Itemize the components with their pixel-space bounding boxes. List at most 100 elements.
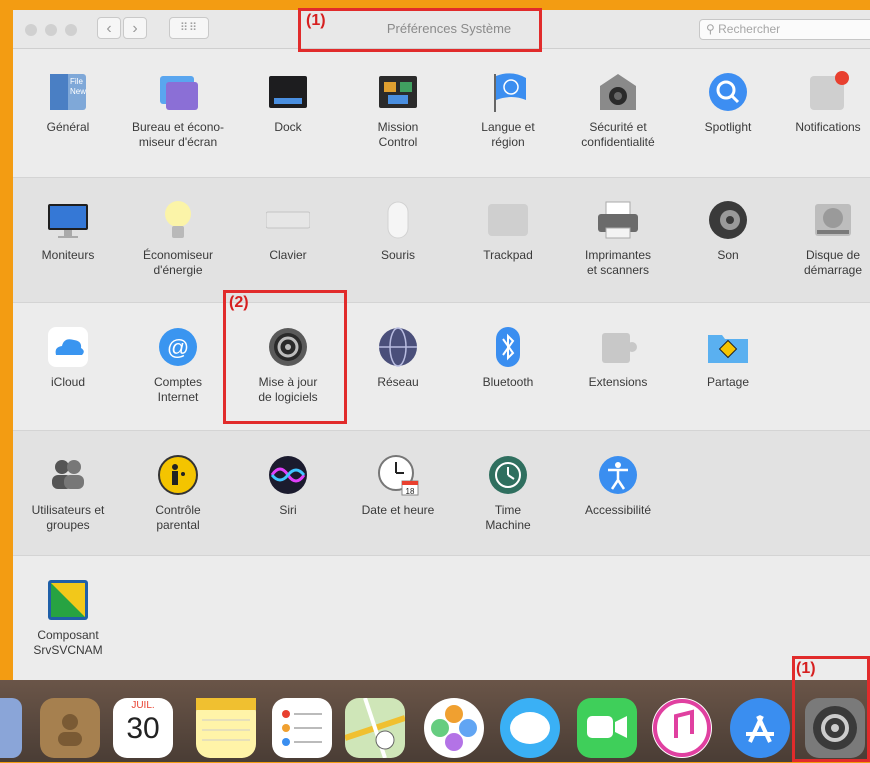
- pref-label: Mission Control: [377, 120, 419, 149]
- dock-item-partial[interactable]: [0, 698, 22, 758]
- pref-general[interactable]: File New Général: [13, 70, 123, 135]
- pref-label: Utilisateurs et groupes: [31, 503, 105, 532]
- pref-label: Souris: [380, 248, 415, 262]
- mission-control-icon: [376, 70, 420, 114]
- zoom-window-button[interactable]: [65, 24, 77, 36]
- pref-security[interactable]: Sécurité et confidentialité: [563, 70, 673, 150]
- pref-users[interactable]: Utilisateurs et groupes: [13, 453, 123, 533]
- dock-app-store[interactable]: [730, 698, 790, 758]
- pref-label: Time Machine: [485, 503, 531, 532]
- at-icon: @: [156, 325, 200, 369]
- extensions-icon: [596, 325, 640, 369]
- bluetooth-icon: [486, 325, 530, 369]
- pref-label: iCloud: [50, 375, 86, 389]
- dock-notes[interactable]: [196, 698, 256, 758]
- pref-icloud[interactable]: iCloud: [13, 325, 123, 390]
- pref-label: Réseau: [377, 375, 419, 389]
- composant-icon: [46, 578, 90, 622]
- dock-contacts[interactable]: [40, 698, 100, 758]
- pref-label: Trackpad: [483, 248, 533, 262]
- pref-language[interactable]: Langue et région: [453, 70, 563, 150]
- forward-button[interactable]: ›: [123, 17, 147, 39]
- dock-itunes[interactable]: [652, 698, 712, 758]
- pref-printers[interactable]: Imprimantes et scanners: [563, 198, 673, 278]
- pref-network[interactable]: Réseau: [343, 325, 453, 390]
- chevron-right-icon: ›: [132, 20, 138, 37]
- pref-time-machine[interactable]: Time Machine: [453, 453, 563, 533]
- pref-desktop[interactable]: Bureau et écono- miseur d'écran: [123, 70, 233, 150]
- parental-icon: [156, 453, 200, 497]
- keyboard-icon: [265, 198, 311, 242]
- maps-icon: [344, 697, 406, 759]
- svg-text:File: File: [70, 77, 83, 86]
- grid-icon: ⠿⠿: [179, 22, 199, 34]
- show-all-button[interactable]: ⠿⠿: [169, 17, 209, 39]
- search-field[interactable]: ⚲ Rechercher: [699, 19, 870, 40]
- chevron-left-icon: ‹: [106, 20, 112, 37]
- accessibility-icon: [596, 453, 640, 497]
- pref-date-time[interactable]: 18 Date et heure: [343, 453, 453, 518]
- pref-sharing[interactable]: Partage: [673, 325, 783, 390]
- dock-icon: [266, 70, 310, 114]
- annotation-marker-2: (2): [229, 294, 249, 311]
- pref-label: Économiseur d'énergie: [142, 248, 214, 277]
- pref-label: Sécurité et confidentialité: [581, 120, 655, 149]
- mouse-icon: [376, 198, 420, 242]
- pref-accessibility[interactable]: Accessibilité: [563, 453, 673, 518]
- close-window-button[interactable]: [25, 24, 37, 36]
- contacts-icon: [58, 714, 82, 746]
- bulb-icon: [156, 198, 200, 242]
- dock-calendar[interactable]: JUIL. 30: [113, 698, 173, 758]
- pref-energy[interactable]: Économiseur d'énergie: [123, 198, 233, 278]
- dock-reminders[interactable]: [272, 698, 332, 758]
- users-icon: [46, 453, 90, 497]
- pref-siri[interactable]: Siri: [233, 453, 343, 518]
- back-button[interactable]: ‹: [97, 17, 121, 39]
- pref-keyboard[interactable]: Clavier: [233, 198, 343, 263]
- pref-internet-accounts[interactable]: @ Comptes Internet: [123, 325, 233, 405]
- pref-dock[interactable]: Dock: [233, 70, 343, 135]
- pref-notifications[interactable]: Notifications: [773, 70, 870, 135]
- pref-sound[interactable]: Son: [673, 198, 783, 263]
- pref-label: Siri: [279, 503, 297, 517]
- dock-maps[interactable]: [344, 697, 406, 759]
- reminders-icon: [282, 710, 322, 746]
- dock: JUIL. 30: [0, 680, 870, 762]
- dock-facetime[interactable]: [577, 698, 637, 758]
- search-placeholder: Rechercher: [718, 22, 781, 36]
- pref-displays[interactable]: Moniteurs: [13, 198, 123, 263]
- security-icon: [596, 70, 640, 114]
- monitor-icon: [46, 198, 90, 242]
- svg-text:New: New: [70, 87, 86, 96]
- pref-composant[interactable]: Composant SrvSVCNAM: [13, 578, 123, 658]
- pref-label: Composant SrvSVCNAM: [33, 628, 103, 657]
- pref-label: Dock: [274, 120, 302, 134]
- search-icon: ⚲: [706, 22, 715, 36]
- pref-label: Son: [717, 248, 739, 262]
- pref-trackpad[interactable]: Trackpad: [453, 198, 563, 263]
- pref-label: Langue et région: [481, 120, 535, 149]
- network-icon: [376, 325, 420, 369]
- siri-icon: [266, 453, 310, 497]
- date-day: 18: [406, 487, 415, 496]
- minimize-window-button[interactable]: [45, 24, 57, 36]
- photos-icon: [431, 705, 477, 751]
- pref-mouse[interactable]: Souris: [343, 198, 453, 263]
- pref-label: Bureau et écono- miseur d'écran: [131, 120, 225, 149]
- pref-bluetooth[interactable]: Bluetooth: [453, 325, 563, 390]
- time-machine-icon: [486, 453, 530, 497]
- dock-messages[interactable]: [500, 698, 560, 758]
- pref-label: Disque de démarrage: [803, 248, 863, 277]
- dock-photos[interactable]: [424, 698, 484, 758]
- app-store-icon: [746, 715, 774, 743]
- pref-label: Accessibilité: [584, 503, 652, 517]
- pref-extensions[interactable]: Extensions: [563, 325, 673, 390]
- search-icon: [706, 70, 750, 114]
- pref-mission-control[interactable]: Mission Control: [343, 70, 453, 150]
- clock-icon: 18: [376, 453, 420, 497]
- pref-parental-controls[interactable]: Contrôle parental: [123, 453, 233, 533]
- general-icon: File New: [46, 70, 90, 114]
- pref-spotlight[interactable]: Spotlight: [673, 70, 783, 135]
- pref-label: Imprimantes et scanners: [584, 248, 652, 277]
- pref-startup-disk[interactable]: Disque de démarrage: [778, 198, 870, 278]
